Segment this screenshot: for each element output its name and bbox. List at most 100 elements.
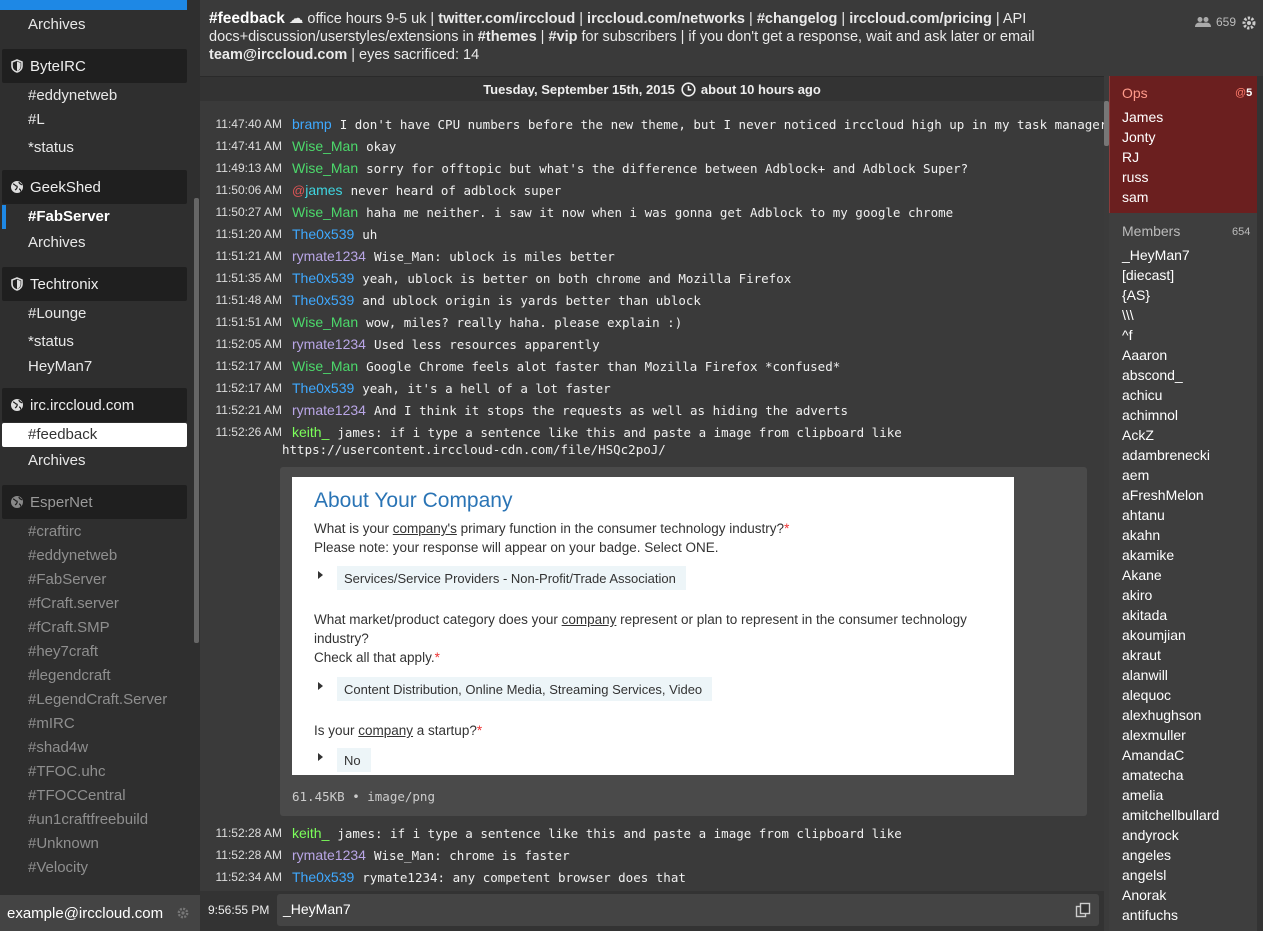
member[interactable]: Anorak	[1122, 887, 1166, 903]
topic-link[interactable]: twitter.com/irccloud	[438, 11, 575, 27]
op-member[interactable]: sam	[1122, 189, 1148, 205]
member[interactable]: aFreshMelon	[1122, 487, 1204, 503]
member[interactable]: AckZ	[1122, 427, 1154, 443]
member[interactable]: ^f	[1122, 327, 1132, 343]
member[interactable]: ahtanu	[1122, 507, 1165, 523]
sidebar-item-status[interactable]: *status	[2, 330, 187, 354]
sidebar-item-status[interactable]: *status	[2, 136, 187, 160]
member[interactable]: Akane	[1122, 567, 1162, 583]
message-timestamp[interactable]: 11:52:05 AM	[200, 337, 283, 351]
topic-link[interactable]: #vip	[548, 29, 577, 45]
member[interactable]: amitchellbullard	[1122, 807, 1219, 823]
op-member[interactable]: James	[1122, 109, 1163, 125]
sidebar-item-eddynetweb[interactable]: #eddynetweb	[2, 84, 187, 108]
network-header-irc-irccloud-com[interactable]: irc.irccloud.com	[2, 388, 187, 422]
message-nick[interactable]: keith_	[292, 825, 329, 841]
message-timestamp[interactable]: 11:50:27 AM	[200, 205, 283, 219]
message-timestamp[interactable]: 11:50:06 AM	[200, 183, 283, 197]
image-preview[interactable]: About Your Company What is your company'…	[280, 467, 1087, 816]
member[interactable]: alexhughson	[1122, 707, 1201, 723]
message-log[interactable]: 11:47:40 AM bramp I don't have CPU numbers…	[200, 101, 1104, 891]
sidebar-item-archives[interactable]: Archives	[2, 13, 187, 37]
message-nick[interactable]: Wise_Man	[292, 314, 358, 330]
sidebar-item-eddynetweb[interactable]: #eddynetweb	[2, 544, 187, 568]
network-header-geekshed[interactable]: GeekShed	[2, 170, 187, 204]
sidebar-item-shad4w[interactable]: #shad4w	[2, 736, 187, 760]
member[interactable]: akoumjian	[1122, 627, 1186, 643]
member[interactable]: akraut	[1122, 647, 1161, 663]
member[interactable]: abscond_	[1122, 367, 1183, 383]
message-nick[interactable]: keith_	[292, 424, 329, 440]
member[interactable]: andyrock	[1122, 827, 1179, 843]
member[interactable]: {AS}	[1122, 287, 1150, 303]
sidebar-item-tfoc-uhc[interactable]: #TFOC.uhc	[2, 760, 187, 784]
message-timestamp[interactable]: 11:52:17 AM	[200, 381, 283, 395]
message-input[interactable]: _HeyMan7	[277, 894, 1099, 926]
network-header-espernet[interactable]: EsperNet	[2, 485, 187, 519]
message-timestamp[interactable]: 11:51:21 AM	[200, 249, 283, 263]
user-count[interactable]: 659	[1195, 15, 1236, 29]
sidebar-item-archives[interactable]: Archives	[2, 449, 187, 473]
message-timestamp[interactable]: 11:51:51 AM	[200, 315, 283, 329]
member[interactable]: akahn	[1122, 527, 1160, 543]
message-nick[interactable]: rymate1234	[292, 248, 366, 264]
message-nick[interactable]: rymate1234	[292, 847, 366, 863]
message-nick[interactable]: rymate1234	[292, 336, 366, 352]
member[interactable]: amelia	[1122, 787, 1163, 803]
message-nick[interactable]: Wise_Man	[292, 138, 358, 154]
sidebar-item-l[interactable]: #L	[2, 108, 187, 132]
message-nick[interactable]: The0x539	[292, 869, 354, 885]
sidebar-item-fabserver[interactable]: #FabServer	[2, 568, 187, 592]
message-nick[interactable]: The0x539	[292, 292, 354, 308]
member[interactable]: akitada	[1122, 607, 1167, 623]
message-timestamp[interactable]: 11:52:21 AM	[200, 403, 283, 417]
message-link[interactable]: https://usercontent.irccloud-cdn.com/fil…	[282, 442, 666, 457]
member[interactable]: angelsl	[1122, 867, 1166, 883]
topic-link[interactable]: irccloud.com/networks	[587, 11, 745, 27]
sidebar-item-mirc[interactable]: #mIRC	[2, 712, 187, 736]
network-header-byteirc[interactable]: ByteIRC	[2, 49, 187, 83]
message-nick[interactable]: bramp	[292, 116, 332, 132]
sidebar-item-fcraft-smp[interactable]: #fCraft.SMP	[2, 616, 187, 640]
channel-name[interactable]: #feedback	[209, 10, 285, 27]
message-timestamp[interactable]: 11:47:41 AM	[200, 139, 283, 153]
message-nick[interactable]: @james	[292, 182, 343, 198]
member[interactable]: AmandaC	[1122, 747, 1184, 763]
paste-icon[interactable]	[1075, 902, 1091, 918]
topic-link[interactable]: #themes	[478, 29, 537, 45]
topic-link[interactable]: #changelog	[757, 11, 838, 27]
member[interactable]: \\\	[1122, 307, 1134, 323]
member[interactable]: alequoc	[1122, 687, 1171, 703]
topic-link[interactable]: irccloud.com/pricing	[849, 11, 992, 27]
member[interactable]: angeles	[1122, 847, 1171, 863]
message-timestamp[interactable]: 11:51:35 AM	[200, 271, 283, 285]
member[interactable]: amatecha	[1122, 767, 1183, 783]
sidebar-item-craftirc[interactable]: #craftirc	[2, 520, 187, 544]
member[interactable]: antifuchs	[1122, 907, 1178, 923]
message-nick[interactable]: The0x539	[292, 226, 354, 242]
sidebar-item-archives[interactable]: Archives	[2, 231, 187, 255]
sidebar-item-heyman7[interactable]: HeyMan7	[2, 355, 187, 379]
message-nick[interactable]: The0x539	[292, 380, 354, 396]
member[interactable]: akiro	[1122, 587, 1152, 603]
member[interactable]: Aaaron	[1122, 347, 1167, 363]
message-timestamp[interactable]: 11:52:34 AM	[200, 870, 283, 884]
sidebar-scrollbar[interactable]	[194, 198, 199, 643]
sidebar-item-velocity[interactable]: #Velocity	[2, 856, 187, 880]
sidebar-item-unknown[interactable]: #Unknown	[2, 832, 187, 856]
member[interactable]: _HeyMan7	[1122, 247, 1190, 263]
message-timestamp[interactable]: 11:47:40 AM	[200, 117, 283, 131]
sidebar-item-fabserver[interactable]: #FabServer	[2, 205, 187, 229]
op-member[interactable]: russ	[1122, 169, 1148, 185]
message-nick[interactable]: rymate1234	[292, 402, 366, 418]
message-nick[interactable]: The0x539	[292, 270, 354, 286]
gear-icon[interactable]	[177, 907, 189, 919]
message-nick[interactable]: Wise_Man	[292, 358, 358, 374]
sidebar-item-un1craftfreebuild[interactable]: #un1craftfreebuild	[2, 808, 187, 832]
sidebar-item-legendcraft-server[interactable]: #LegendCraft.Server	[2, 688, 187, 712]
message-nick[interactable]: Wise_Man	[292, 204, 358, 220]
op-member[interactable]: RJ	[1122, 149, 1139, 165]
sidebar-item-fcraft-server[interactable]: #fCraft.server	[2, 592, 187, 616]
channel-settings-gear-icon[interactable]	[1242, 16, 1256, 30]
member[interactable]: akamike	[1122, 547, 1174, 563]
